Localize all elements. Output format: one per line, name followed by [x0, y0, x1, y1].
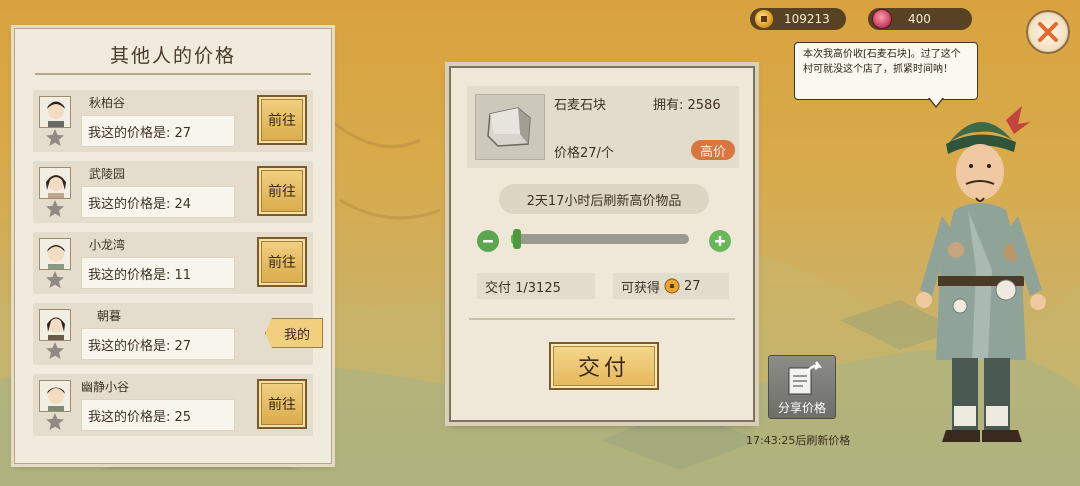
item-name: 石麦石块 — [554, 98, 607, 113]
plus-icon — [715, 236, 725, 246]
share-price-button[interactable]: 分享价格 — [768, 355, 836, 419]
panel-title: 其他人的价格 — [109, 45, 236, 67]
price-row: 秋柏谷 我这的价格是: 27 前往 — [33, 90, 313, 152]
item-card: 石麦石块 拥有: 2586 价格27/个 高价 — [467, 86, 739, 168]
village-name: 幽静小谷 — [81, 380, 130, 394]
villager-portrait — [46, 175, 66, 198]
coin-icon — [664, 278, 680, 294]
villager-portrait — [47, 245, 65, 269]
go-button[interactable]: 前往 — [257, 95, 307, 145]
reward-label: 可获得 — [621, 280, 661, 296]
price-row-mine: 朝暮 我这的价格是: 27 我的 — [33, 303, 323, 365]
item-image — [475, 94, 545, 160]
go-button[interactable]: 前往 — [257, 166, 307, 216]
village-name: 武陵园 — [89, 167, 126, 181]
divider — [469, 318, 735, 320]
avatar — [39, 380, 71, 412]
villager-portrait — [47, 101, 65, 127]
price-text: 我这的价格是: 11 — [81, 257, 235, 289]
star-icon[interactable] — [45, 412, 65, 432]
avatar — [39, 309, 71, 341]
stone-block-icon — [487, 107, 531, 147]
price-row: 武陵园 我这的价格是: 24 前往 — [33, 161, 313, 223]
star-icon[interactable] — [45, 199, 65, 219]
coin-counter: 109213 — [750, 8, 846, 30]
coin-icon — [754, 9, 774, 29]
village-name: 秋柏谷 — [89, 96, 126, 110]
gem-counter: 400 — [868, 8, 972, 30]
price-text: 我这的价格是: 25 — [81, 399, 235, 431]
star-icon[interactable] — [45, 128, 65, 148]
merchant-speech-bubble: 本次我高价收[石麦石块]。过了这个村可就没这个店了，抓紧时间呐！ — [794, 42, 978, 100]
title-divider — [35, 73, 311, 75]
star-icon[interactable] — [45, 341, 65, 361]
village-name: 朝暮 — [97, 309, 122, 323]
close-icon — [1038, 22, 1058, 42]
price-row: 幽静小谷 我这的价格是: 25 前往 — [33, 374, 313, 436]
decrease-button[interactable] — [477, 230, 499, 252]
avatar — [39, 96, 71, 128]
go-button[interactable]: 前往 — [257, 237, 307, 287]
trade-panel: 石麦石块 拥有: 2586 价格27/个 高价 2天17小时后刷新高价物品 交付… — [449, 66, 755, 422]
owned-count: 拥有: 2586 — [653, 98, 721, 113]
merchant-character — [916, 106, 1046, 442]
village-name: 小龙湾 — [89, 238, 126, 252]
slider-handle[interactable] — [513, 229, 521, 249]
mine-tag: 我的 — [265, 318, 323, 348]
star-icon[interactable] — [45, 270, 65, 290]
reward-value: 27 — [684, 278, 701, 294]
increase-button[interactable] — [709, 230, 731, 252]
refresh-notice: 2天17小时后刷新高价物品 — [499, 184, 709, 214]
share-label: 分享价格 — [777, 401, 826, 415]
minus-icon — [483, 240, 493, 243]
deliver-button[interactable]: 交付 — [549, 342, 659, 390]
close-button[interactable] — [1026, 10, 1070, 54]
avatar — [39, 238, 71, 270]
villager-portrait — [47, 387, 65, 411]
gem-icon — [872, 9, 892, 29]
price-text: 我这的价格是: 27 — [81, 328, 235, 360]
avatar — [39, 167, 71, 199]
price-text: 我这的价格是: 24 — [81, 186, 235, 218]
coin-amount: 109213 — [784, 12, 830, 26]
villager-portrait — [47, 317, 65, 340]
go-button[interactable]: 前往 — [257, 379, 307, 429]
share-icon — [788, 361, 823, 395]
gem-amount: 400 — [908, 12, 931, 26]
high-price-badge: 高价 — [691, 140, 735, 160]
price-refresh-timer: 17:43:25后刷新价格 — [746, 434, 851, 447]
quantity-slider[interactable] — [511, 229, 689, 249]
price-text: 我这的价格是: 27 — [81, 115, 235, 147]
reward-field: 可获得 27 — [613, 273, 729, 299]
price-row: 小龙湾 我这的价格是: 11 前往 — [33, 232, 313, 294]
unit-price: 价格27/个 — [554, 146, 614, 161]
other-prices-panel: 其他人的价格 秋柏谷 我这的价格是: 27 前往 武陵园 我这的价格是: 24 … — [14, 28, 332, 464]
deliver-count: 交付 1/3125 — [477, 273, 595, 299]
